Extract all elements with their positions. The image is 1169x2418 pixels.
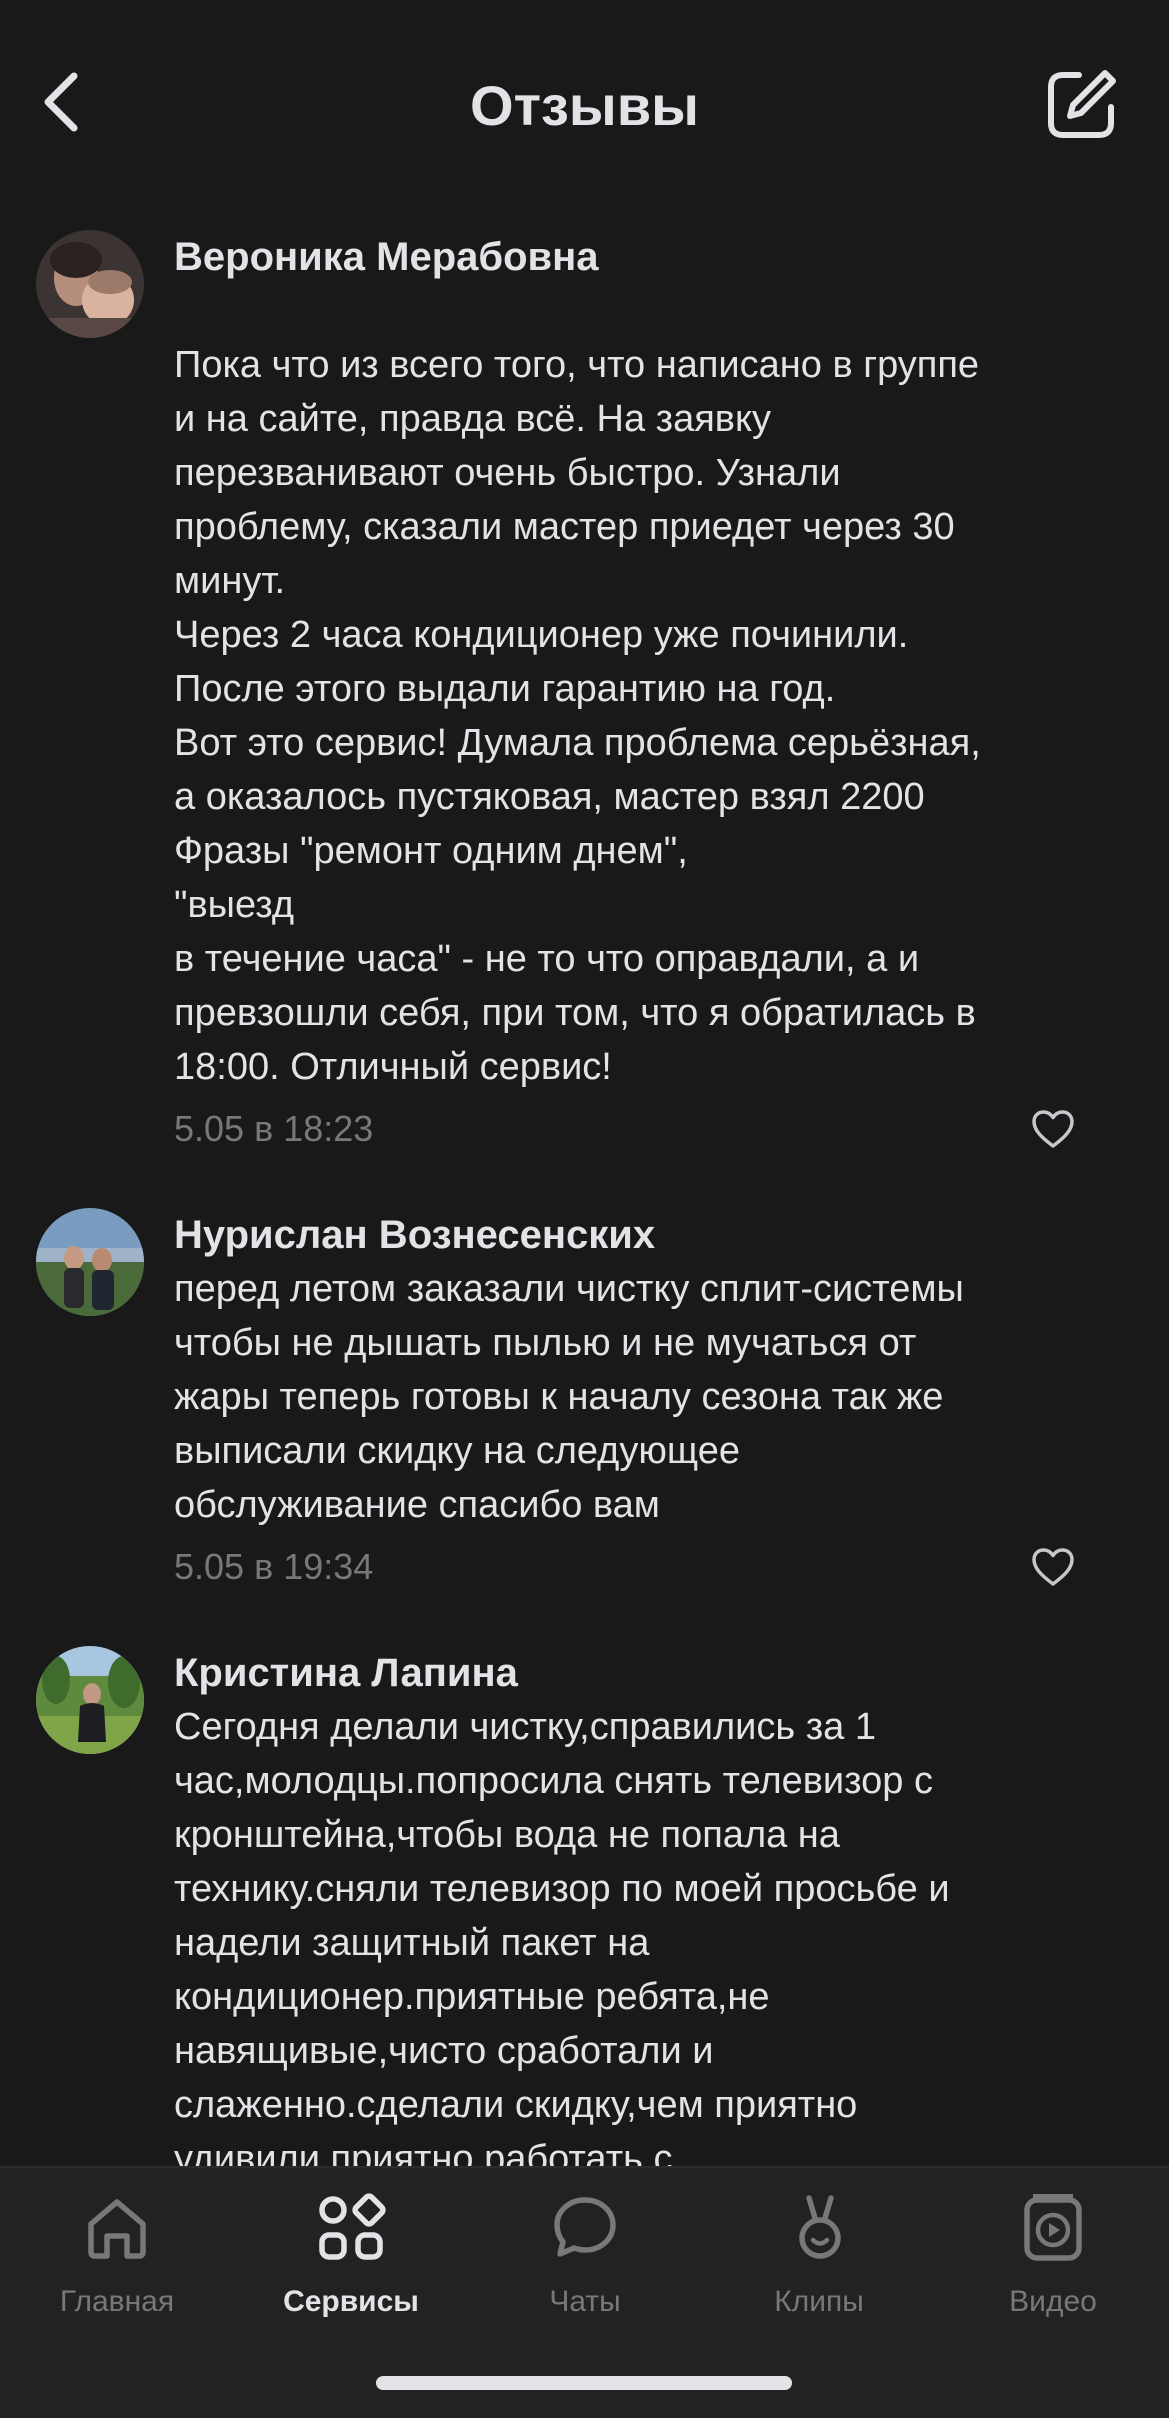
reviews-list[interactable]: Вероника Мерабовна Пока что из всего тог… (0, 200, 1169, 2166)
review-text: перед летом заказали чистку сплит-систем… (174, 1268, 964, 1526)
tab-label: Клипы (774, 2285, 864, 2318)
compose-button[interactable] (1036, 60, 1126, 150)
home-icon (88, 2199, 146, 2259)
avatar[interactable] (36, 230, 144, 338)
review-date: 5.05 в 18:23 (174, 1108, 374, 1149)
tab-label: Главная (59, 2285, 175, 2318)
review-author[interactable]: Кристина Лапина (174, 1646, 1119, 1700)
heart-icon (1032, 1548, 1074, 1586)
page-title: Отзывы (470, 74, 699, 137)
review-item: Нурислан Вознесенских перед летом заказа… (0, 1208, 1169, 1602)
review-author[interactable]: Вероника Мерабовна (174, 230, 1119, 284)
review-meta: 5.05 в 19:34 (174, 1532, 1119, 1602)
review-date: 5.05 в 19:34 (174, 1546, 374, 1587)
compose-icon (1048, 70, 1116, 138)
review-text: Сегодня делали чистку,справились за 1 ча… (174, 1706, 950, 2166)
review-text: Пока что из всего того, что написано в г… (174, 344, 981, 1088)
review-item: Вероника Мерабовна Пока что из всего тог… (0, 230, 1169, 1164)
avatar[interactable] (36, 1646, 144, 1754)
review-meta: 5.05 в 18:23 (174, 1094, 1119, 1164)
header: Отзывы (0, 0, 1169, 190)
tab-services[interactable]: Сервисы (234, 2188, 468, 2348)
tab-home[interactable]: Главная (0, 2188, 234, 2348)
clips-icon (799, 2195, 841, 2259)
home-indicator (376, 2376, 792, 2390)
like-button[interactable] (1025, 1542, 1081, 1592)
tab-label: Видео (1009, 2285, 1097, 2318)
tab-label: Чаты (549, 2285, 621, 2318)
review-author[interactable]: Нурислан Вознесенских (174, 1208, 1119, 1262)
avatar[interactable] (36, 1208, 144, 1316)
review-item: Кристина Лапина Сегодня делали чистку,сп… (0, 1646, 1169, 2166)
back-button[interactable] (22, 62, 102, 142)
tab-clips[interactable]: Клипы (702, 2188, 936, 2348)
heart-icon (1032, 1110, 1074, 1148)
tab-chats[interactable]: Чаты (468, 2188, 702, 2348)
video-icon (1024, 2194, 1082, 2261)
tab-label: Сервисы (283, 2285, 419, 2318)
tab-video[interactable]: Видео (936, 2188, 1169, 2348)
chevron-left-icon (44, 72, 78, 132)
chat-icon (554, 2197, 616, 2257)
like-button[interactable] (1025, 1104, 1081, 1154)
services-icon (319, 2193, 386, 2260)
